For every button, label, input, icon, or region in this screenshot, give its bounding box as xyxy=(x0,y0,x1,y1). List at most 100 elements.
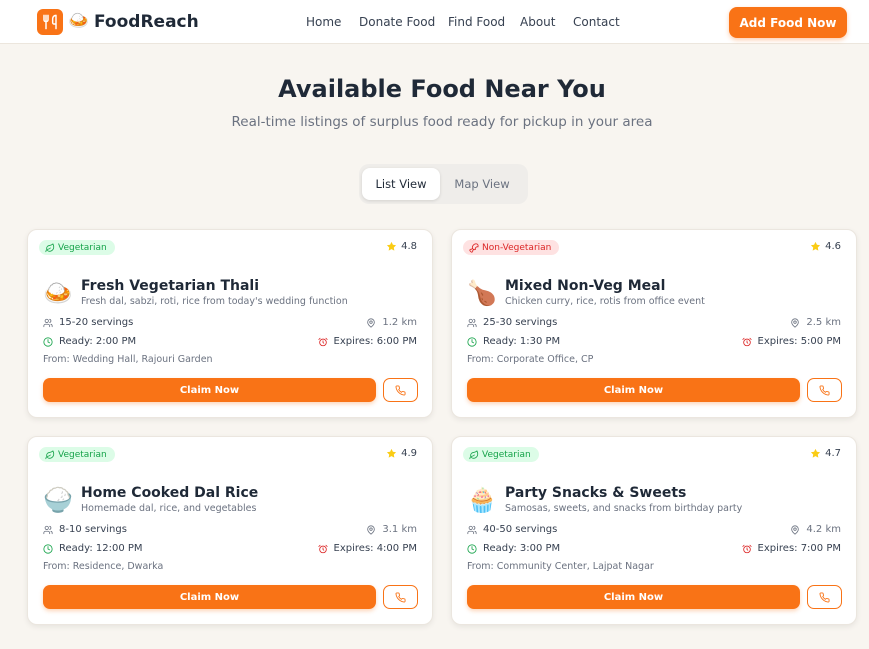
brand-emoji: 🍛 xyxy=(68,11,90,31)
food-emoji: 🍗 xyxy=(467,279,497,307)
ready-row: Ready: 12:00 PM xyxy=(43,543,143,555)
expires-row: Expires: 5:00 PM xyxy=(741,336,841,348)
map-pin-icon xyxy=(791,525,800,535)
food-description: Homemade dal, rice, and vegetables xyxy=(81,503,257,514)
servings-text: 25-30 servings xyxy=(483,317,558,328)
list-view-tab[interactable]: List View xyxy=(362,168,440,200)
expires-row: Expires: 6:00 PM xyxy=(317,336,417,348)
pickup-location: From: Wedding Hall, Rajouri Garden xyxy=(43,354,213,365)
rating-value: 4.7 xyxy=(825,448,841,459)
food-type-label: Vegetarian xyxy=(58,449,107,460)
distance-row: 4.2 km xyxy=(790,524,841,536)
pickup-location: From: Residence, Dwarka xyxy=(43,561,164,572)
servings-text: 15-20 servings xyxy=(59,317,134,328)
claim-now-button[interactable]: Claim Now xyxy=(467,585,800,609)
alarm-clock-icon xyxy=(741,544,752,554)
navbar: 🍛 FoodReach Home Donate Food Find Food A… xyxy=(0,0,869,44)
food-type-label: Vegetarian xyxy=(58,242,107,253)
call-button[interactable] xyxy=(807,585,842,609)
nav-home[interactable]: Home xyxy=(306,15,341,29)
claim-now-button[interactable]: Claim Now xyxy=(43,378,376,402)
call-button[interactable] xyxy=(383,585,418,609)
add-food-now-button[interactable]: Add Food Now xyxy=(729,7,847,38)
servings-text: 40-50 servings xyxy=(483,524,558,535)
nav-find-food[interactable]: Find Food xyxy=(448,15,505,29)
food-type-badge: Vegetarian xyxy=(463,447,539,462)
leaf-icon xyxy=(45,242,55,253)
phone-icon xyxy=(819,384,830,396)
leaf-icon xyxy=(45,449,55,460)
map-pin-icon xyxy=(367,525,376,535)
alarm-clock-icon xyxy=(741,337,752,347)
rating-value: 4.9 xyxy=(401,448,417,459)
pickup-location: From: Corporate Office, CP xyxy=(467,354,594,365)
ready-time: Ready: 1:30 PM xyxy=(483,336,561,347)
call-button[interactable] xyxy=(383,378,418,402)
star-icon xyxy=(811,448,821,458)
ready-row: Ready: 3:00 PM xyxy=(467,543,560,555)
servings-text: 8-10 servings xyxy=(59,524,127,535)
users-icon xyxy=(43,318,53,328)
claim-now-button[interactable]: Claim Now xyxy=(467,378,800,402)
view-toggle: List View Map View xyxy=(359,164,528,204)
alarm-clock-icon xyxy=(317,544,328,554)
food-description: Samosas, sweets, and snacks from birthda… xyxy=(505,503,743,514)
claim-now-button[interactable]: Claim Now xyxy=(43,585,376,609)
map-pin-icon xyxy=(367,318,376,328)
servings-row: 40-50 servings xyxy=(467,524,557,536)
logo-utensils-icon[interactable] xyxy=(37,9,63,35)
expires-time: Expires: 7:00 PM xyxy=(757,543,841,554)
alarm-clock-icon xyxy=(317,337,328,347)
food-listing-card: Vegetarian 4.9 🍚 Home Cooked Dal Rice Ho… xyxy=(27,436,433,625)
map-view-tab[interactable]: Map View xyxy=(443,168,521,200)
phone-icon xyxy=(395,591,406,603)
servings-row: 15-20 servings xyxy=(43,317,133,329)
nav-donate-food[interactable]: Donate Food xyxy=(359,15,435,29)
distance-row: 1.2 km xyxy=(366,317,417,329)
food-type-badge: Non-Vegetarian xyxy=(463,240,560,255)
distance-text: 3.1 km xyxy=(382,524,417,535)
leaf-icon xyxy=(469,449,479,460)
food-type-label: Vegetarian xyxy=(482,449,531,460)
expires-time: Expires: 5:00 PM xyxy=(757,336,841,347)
clock-icon xyxy=(467,544,477,554)
distance-row: 3.1 km xyxy=(366,524,417,536)
food-listing-card: Vegetarian 4.7 🧁 Party Snacks & Sweets S… xyxy=(451,436,857,625)
phone-icon xyxy=(819,591,830,603)
expires-row: Expires: 4:00 PM xyxy=(317,543,417,555)
food-description: Chicken curry, rice, rotis from office e… xyxy=(505,296,705,307)
page-subtitle: Real-time listings of surplus food ready… xyxy=(231,114,653,130)
star-icon xyxy=(811,241,821,251)
rating: 4.6 xyxy=(810,241,841,252)
expires-time: Expires: 4:00 PM xyxy=(333,543,417,554)
page-title: Available Food Near You xyxy=(278,75,606,103)
food-title: Mixed Non-Veg Meal xyxy=(505,278,666,294)
users-icon xyxy=(467,525,477,535)
food-emoji: 🧁 xyxy=(467,486,497,514)
ready-time: Ready: 3:00 PM xyxy=(483,543,561,554)
distance-row: 2.5 km xyxy=(790,317,841,329)
drumstick-icon xyxy=(469,242,479,253)
food-title: Fresh Vegetarian Thali xyxy=(81,278,260,294)
distance-text: 4.2 km xyxy=(806,524,841,535)
rating: 4.8 xyxy=(386,241,417,252)
food-type-badge: Vegetarian xyxy=(39,447,115,462)
servings-row: 25-30 servings xyxy=(467,317,557,329)
pickup-location: From: Community Center, Lajpat Nagar xyxy=(467,561,654,572)
food-type-label: Non-Vegetarian xyxy=(482,242,552,253)
clock-icon xyxy=(43,544,53,554)
users-icon xyxy=(43,525,53,535)
expires-time: Expires: 6:00 PM xyxy=(333,336,417,347)
servings-row: 8-10 servings xyxy=(43,524,127,536)
nav-about[interactable]: About xyxy=(520,15,555,29)
food-listing-card: Vegetarian 4.8 🍛 Fresh Vegetarian Thali … xyxy=(27,229,433,418)
brand-name[interactable]: FoodReach xyxy=(94,11,199,33)
clock-icon xyxy=(43,337,53,347)
nav-contact[interactable]: Contact xyxy=(573,15,620,29)
rating-value: 4.8 xyxy=(401,241,417,252)
ready-row: Ready: 1:30 PM xyxy=(467,336,560,348)
ready-time: Ready: 12:00 PM xyxy=(59,543,143,554)
food-description: Fresh dal, sabzi, roti, rice from today'… xyxy=(81,296,348,307)
food-title: Home Cooked Dal Rice xyxy=(81,485,259,501)
call-button[interactable] xyxy=(807,378,842,402)
